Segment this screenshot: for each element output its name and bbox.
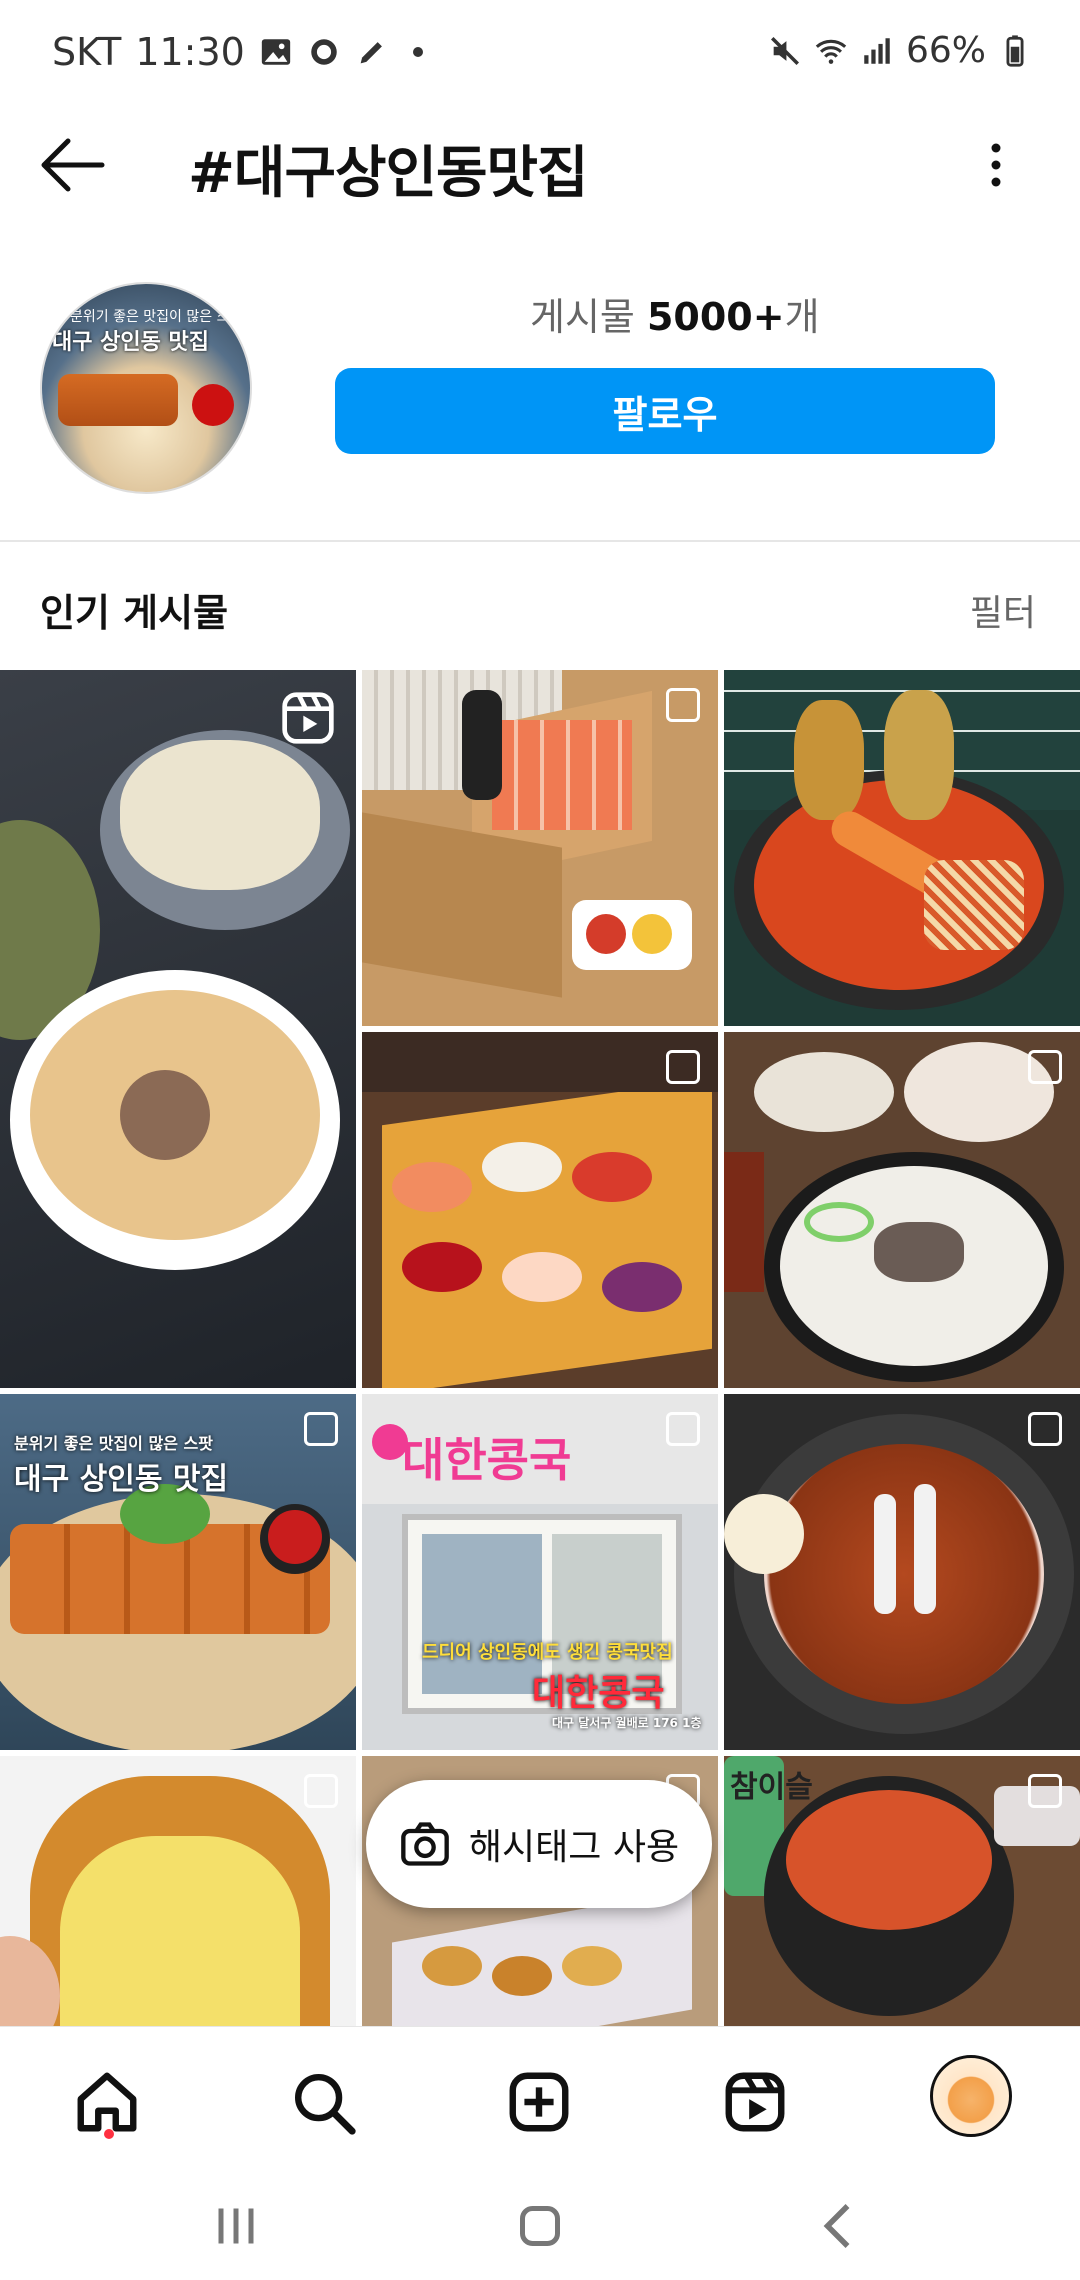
follow-button[interactable]: 팔로우 <box>335 368 995 454</box>
reels-icon[interactable] <box>720 2067 790 2137</box>
profile-avatar[interactable] <box>930 2055 1012 2137</box>
post-title: 대구 상인동 맛집 <box>14 1462 229 1497</box>
pen-icon <box>360 42 382 64</box>
signal-icon <box>864 37 890 64</box>
create-icon[interactable] <box>504 2067 574 2137</box>
status-right: 66% <box>768 30 1032 71</box>
wifi-icon <box>815 39 847 64</box>
popular-section-header: 인기 게시물 필터 <box>0 570 1080 660</box>
grid-post-gukbap[interactable] <box>724 1032 1080 1388</box>
home-notification-dot <box>104 2129 114 2139</box>
notification-app-icon <box>311 39 337 65</box>
status-left: SKT 11:30 <box>52 30 423 74</box>
grid-post-sushi-platter[interactable] <box>362 670 718 1026</box>
post-count: 게시물 5000+개 <box>530 286 820 341</box>
carousel-icon <box>666 1050 700 1084</box>
grid-post-pan-stew[interactable] <box>724 1394 1080 1750</box>
search-icon[interactable] <box>288 2067 358 2137</box>
system-nav-bar <box>0 2176 1080 2280</box>
carrier: SKT <box>52 30 122 74</box>
divider <box>0 540 1080 542</box>
carousel-icon <box>666 688 700 722</box>
gallery-icon <box>261 39 290 65</box>
back-button-icon[interactable] <box>810 2196 870 2256</box>
clock: 11:30 <box>135 30 245 74</box>
avatar-caption: 분위기 좋은 맛집이 많은 스팟 <box>70 309 243 325</box>
mute-icon <box>770 36 799 65</box>
carousel-icon <box>666 1412 700 1446</box>
hashtag-profile: 분위기 좋은 맛집이 많은 스팟 대구 상인동 맛집 게시물 5000+개 팔로… <box>0 270 1080 540</box>
recent-apps-icon[interactable] <box>206 2196 266 2256</box>
bottle-label: 참이슬 <box>730 1770 813 1805</box>
popular-heading: 인기 게시물 <box>40 591 229 635</box>
grid-post-sushi-board[interactable] <box>362 1032 718 1388</box>
home-icon[interactable] <box>72 2067 142 2137</box>
post-address: 대구 달서구 월배로 176 1층 <box>552 1716 702 1730</box>
bottom-nav <box>0 2026 1080 2176</box>
filter-button[interactable]: 필터 <box>970 584 1036 636</box>
grid-post-jjigae[interactable]: 참이슬 <box>724 1756 1080 2026</box>
page-title: #대구상인동맛집 <box>188 141 589 206</box>
use-hashtag-button[interactable]: 해시태그 사용 <box>366 1780 712 1908</box>
top-bar: #대구상인동맛집 <box>0 110 1080 220</box>
carousel-icon <box>1028 1774 1062 1808</box>
store-sign: 대한콩국 <box>402 1433 572 1487</box>
home-button-icon[interactable] <box>510 2196 570 2256</box>
post-title: 대한콩국 <box>532 1673 665 1714</box>
grid-post-storefront[interactable]: 대한콩국 드디어 상인동에도 생긴 콩국맛집 대한콩국 대구 달서구 월배로 1… <box>362 1394 718 1750</box>
posts-suffix: 개 <box>784 295 820 339</box>
use-hashtag-label: 해시태그 사용 <box>468 1827 680 1868</box>
carousel-icon <box>304 1774 338 1808</box>
back-arrow-icon[interactable] <box>40 135 106 195</box>
more-notifications-dot <box>412 47 423 57</box>
grid-post-pork-cutlet[interactable]: 분위기 좋은 맛집이 많은 스팟 대구 상인동 맛집 <box>0 1394 356 1750</box>
more-options-icon[interactable] <box>976 140 1016 190</box>
avatar-title: 대구 상인동 맛집 <box>52 330 209 355</box>
post-caption: 드디어 상인동에도 생긴 콩국맛집 <box>422 1642 673 1663</box>
posts-count: 5000+ <box>646 295 785 339</box>
posts-label: 게시물 <box>530 295 635 339</box>
carousel-icon <box>304 1412 338 1446</box>
grid-post-reel[interactable] <box>0 670 356 1388</box>
hashtag-avatar[interactable]: 분위기 좋은 맛집이 많은 스팟 대구 상인동 맛집 <box>40 282 252 494</box>
carousel-icon <box>1028 1412 1062 1446</box>
post-caption: 분위기 좋은 맛집이 많은 스팟 <box>14 1434 213 1453</box>
status-bar: SKT 11:30 66% <box>0 0 1080 110</box>
grid-post-pastry[interactable] <box>0 1756 356 2026</box>
grid-post-tteokbokki[interactable] <box>724 670 1080 1026</box>
reel-icon <box>282 692 334 744</box>
battery-percent: 66% <box>905 30 986 71</box>
camera-icon <box>401 1822 449 1866</box>
battery-icon <box>1006 34 1024 67</box>
carousel-icon <box>1028 1050 1062 1084</box>
